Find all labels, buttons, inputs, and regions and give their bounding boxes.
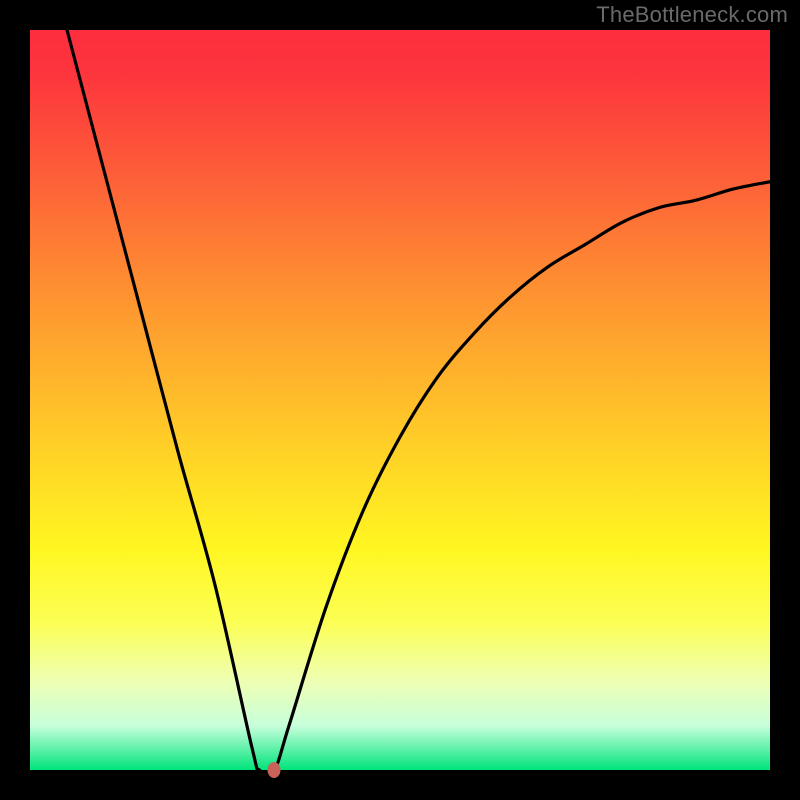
watermark-text: TheBottleneck.com <box>596 2 788 28</box>
chart-frame: TheBottleneck.com <box>0 0 800 800</box>
chart-gradient-background <box>30 30 770 770</box>
optimal-point-marker <box>268 762 281 778</box>
